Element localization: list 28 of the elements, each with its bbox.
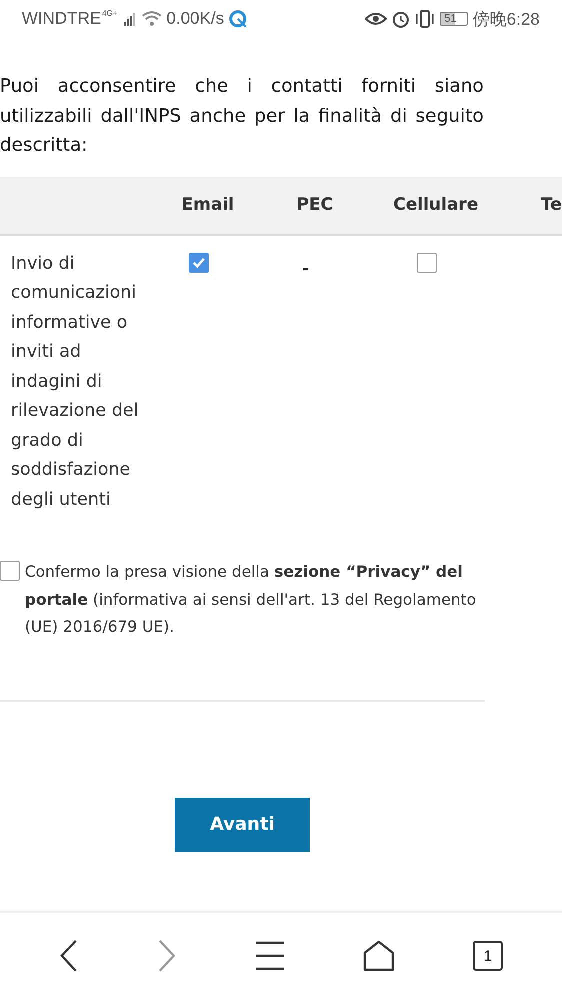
carrier-name: WINDTRE (22, 9, 102, 29)
privacy-checkbox[interactable] (0, 561, 20, 581)
check-icon (192, 256, 206, 268)
signal-icon (122, 12, 137, 26)
app-icon (229, 10, 248, 28)
network-type: 4G+ (102, 9, 118, 18)
menu-icon[interactable] (255, 941, 285, 971)
column-header: PEC (296, 195, 334, 215)
intro-text: Puoi acconsentire che i contatti forniti siano utilizzabili dall'INPS anche per la finalità di seguito descritta: (0, 75, 484, 158)
network-speed: 0.00K/s (166, 9, 224, 29)
alarm-icon (392, 10, 410, 28)
checkbox[interactable] (417, 252, 437, 272)
battery-level: 51 (440, 12, 468, 26)
back-icon[interactable] (59, 939, 79, 973)
home-icon[interactable] (363, 940, 395, 972)
column-header: Cellulare (392, 195, 480, 215)
privacy-text: Confermo la presa visione della sezione “Privacy” del portale (informativa ai sensi dell'art. 13 del Regolamento (UE) 2016/679 UE). (25, 562, 478, 638)
wifi-icon (142, 11, 162, 27)
column-header: Email (180, 195, 236, 215)
eye-icon (364, 11, 387, 27)
column-header: Te (540, 195, 562, 215)
cell-text: - (302, 260, 310, 276)
next-button[interactable]: Avanti (175, 798, 310, 852)
tabs-button[interactable]: 1 (473, 941, 503, 971)
vibrate-icon (414, 10, 435, 28)
row-label: Invio di comunicazioni informative o inviti ad indagini di rilevazione del grado di soddisfazione degli utenti (10, 252, 140, 512)
clock: 傍晚6:28 (472, 8, 540, 30)
checkbox[interactable] (189, 252, 209, 272)
